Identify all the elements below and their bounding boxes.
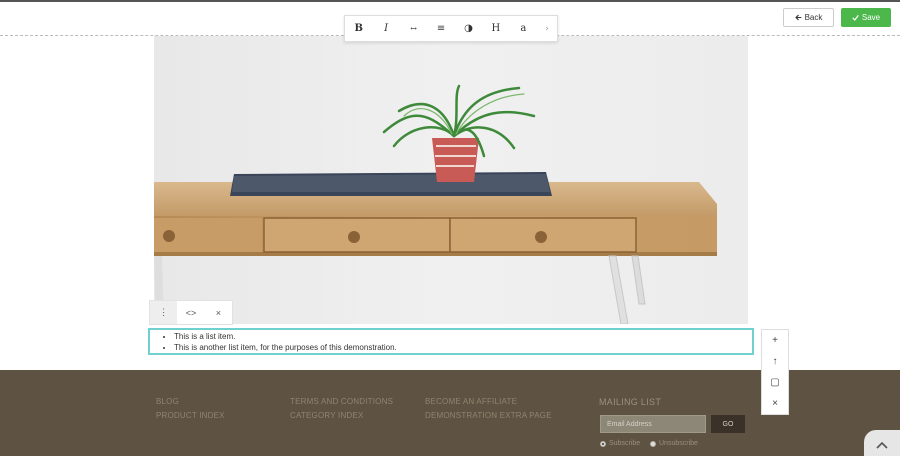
top-border xyxy=(0,0,900,2)
text-format-toolbar: B I ↔ ≡ ◑ H a › xyxy=(344,15,558,42)
strikethrough-button[interactable]: ↔ xyxy=(400,16,427,41)
block-toolbar: ⋮ <> × xyxy=(149,300,233,325)
footer-link-product-index[interactable]: PRODUCT INDEX xyxy=(156,411,225,420)
email-field[interactable]: Email Address xyxy=(600,415,706,433)
color-button[interactable]: ◑ xyxy=(455,16,482,41)
unsubscribe-label: Unsubscribe xyxy=(659,440,698,447)
save-button[interactable]: Save xyxy=(841,8,891,27)
arrow-left-icon xyxy=(794,14,801,21)
block-menu-button[interactable]: ⋮ xyxy=(150,301,178,324)
mailing-list-title: MAILING LIST xyxy=(599,397,662,407)
list-item[interactable]: This is a list item. xyxy=(174,331,752,342)
delete-block-button[interactable]: × xyxy=(762,393,788,414)
unsubscribe-radio[interactable]: Unsubscribe xyxy=(650,440,698,447)
move-up-button[interactable]: ↑ xyxy=(762,351,788,372)
back-button[interactable]: Back xyxy=(783,8,834,27)
radio-unselected-icon xyxy=(650,440,656,447)
list-item[interactable]: This is another list item, for the purpo… xyxy=(174,342,752,353)
add-block-button[interactable]: + xyxy=(762,330,788,351)
list-block[interactable]: This is a list item. This is another lis… xyxy=(148,328,754,355)
back-label: Back xyxy=(804,13,823,22)
close-block-button[interactable]: × xyxy=(205,301,232,324)
scroll-to-top-button[interactable] xyxy=(864,430,900,456)
heading-button[interactable]: H xyxy=(482,16,509,41)
footer-link-demo-page[interactable]: DEMONSTRATION EXTRA PAGE xyxy=(425,411,552,420)
radio-selected-icon xyxy=(600,440,606,447)
footer-link-terms[interactable]: TERMS AND CONDITIONS xyxy=(290,397,393,406)
footer-link-category-index[interactable]: CATEGORY INDEX xyxy=(290,411,363,420)
code-view-button[interactable]: <> xyxy=(177,301,204,324)
bulleted-list: This is a list item. This is another lis… xyxy=(174,330,752,353)
footer-link-affiliate[interactable]: BECOME AN AFFILIATE xyxy=(425,397,517,406)
hero-image[interactable] xyxy=(154,36,748,324)
more-tools-button[interactable]: › xyxy=(537,16,557,41)
desk-plant-illustration xyxy=(154,36,748,324)
align-button[interactable]: ≡ xyxy=(427,16,454,41)
subscribe-radio[interactable]: Subscribe xyxy=(600,440,640,447)
save-label: Save xyxy=(861,13,881,22)
check-icon xyxy=(852,15,859,21)
chevron-up-icon xyxy=(876,441,888,449)
go-button[interactable]: GO xyxy=(711,415,745,433)
block-side-tools: + ↑ ▢ × xyxy=(761,329,789,415)
subscribe-label: Subscribe xyxy=(609,440,641,447)
footer-link-blog[interactable]: BLOG xyxy=(156,397,179,406)
font-button[interactable]: a xyxy=(510,16,537,41)
bold-button[interactable]: B xyxy=(345,16,372,41)
italic-button[interactable]: I xyxy=(372,16,399,41)
duplicate-block-button[interactable]: ▢ xyxy=(762,372,788,393)
